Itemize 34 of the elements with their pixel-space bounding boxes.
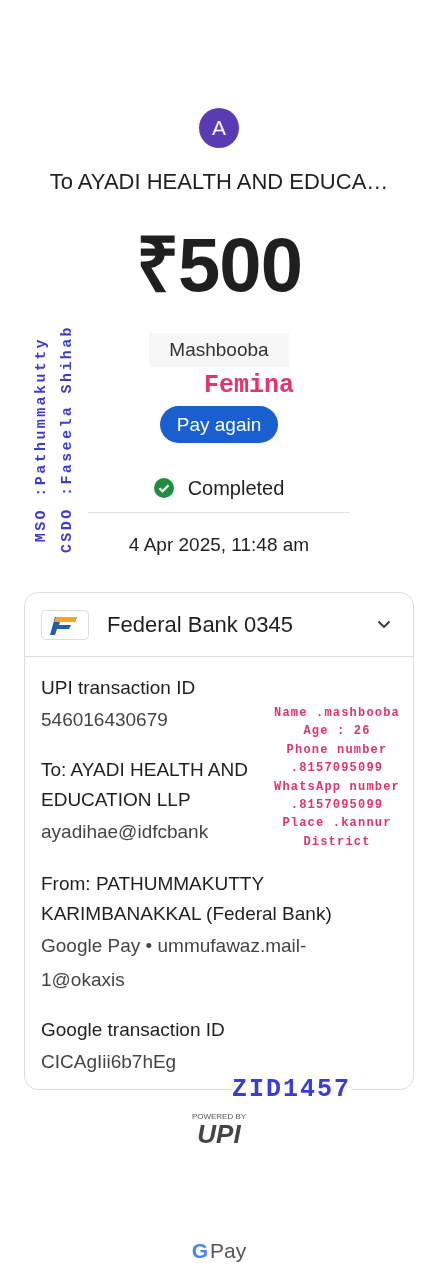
bank-logo-icon [41, 609, 89, 640]
pay-logo-text: Pay [210, 1239, 247, 1263]
detail-label: From: PATHUMMAKUTTY KARIMBANAKKAL (Federal Bank) [41, 872, 333, 927]
detail-value: Google Pay • ummufawaz.mail-1@okaxis [41, 934, 308, 993]
side-annotation: MSO :Pathummakutty [33, 337, 50, 543]
recipient-title: To AYADI HEALTH AND EDUCA… [49, 168, 389, 196]
google-g-logo: G [191, 1239, 209, 1263]
status-text: Completed [187, 476, 285, 500]
amount: ₹500 [136, 225, 302, 305]
info-annotation: WhatsApp number [274, 778, 400, 796]
detail-value: 546016430679 [41, 708, 169, 732]
detail-value: CICAgIii6b7hEg [41, 1050, 178, 1075]
detail-label: To: AYADI HEALTH AND EDUCATION LLP [41, 758, 249, 812]
info-annotation: .8157095099 [290, 760, 384, 778]
detail-label: UPI transaction ID [41, 676, 197, 700]
chevron-down-icon[interactable] [377, 620, 391, 629]
powered-by-text: POWERED BY [191, 1112, 247, 1121]
bank-account: Federal Bank 0345 [107, 611, 294, 638]
detail-value: ayadihae@idfcbank [41, 820, 210, 844]
transaction-date: 4 Apr 2025, 11:48 am [128, 533, 310, 557]
side-annotation: CSDO :Faseela Shihab [59, 325, 76, 554]
avatar: A [199, 108, 239, 148]
check-circle-icon [153, 478, 174, 498]
info-annotation: District [303, 833, 371, 851]
info-annotation: Phone number [286, 741, 388, 759]
info-annotation: Age : 26 [303, 723, 371, 741]
payment-note: Mashbooba [149, 333, 289, 367]
info-annotation: .8157095099 [290, 797, 384, 815]
info-annotation: Name .mashbooba [274, 705, 400, 722]
detail-label: Google transaction ID [41, 1018, 226, 1043]
upi-logo: UPI [197, 1121, 241, 1147]
info-annotation: Place .kannur [282, 815, 392, 833]
name-annotation: Femina [204, 371, 294, 401]
pay-again-button[interactable]: Pay again [159, 406, 279, 443]
